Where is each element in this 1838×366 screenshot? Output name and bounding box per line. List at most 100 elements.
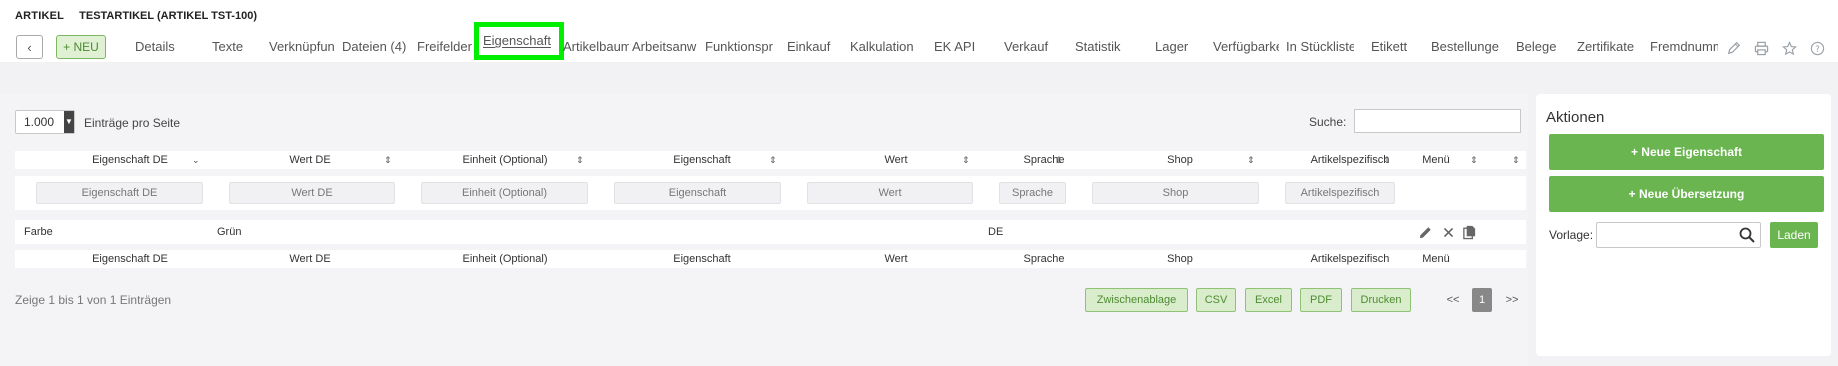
tab-bar: Details Texte Verknüpfun Dateien (4) Fre… [0,22,1838,60]
tab-verknuepfungen[interactable]: Verknüpfun [269,34,337,60]
sort-icon[interactable]: ⇕ [1470,151,1478,169]
star-icon[interactable] [1781,40,1797,56]
column-footer-eigenschaft-de: Eigenschaft DE [92,253,168,265]
help-icon[interactable]: ? [1809,40,1825,56]
tab-zertifikate[interactable]: Zertifikate [1577,34,1641,60]
tab-texte[interactable]: Texte [212,34,250,60]
header: ARTIKEL TESTARTIKEL (ARTIKEL TST-100) ‹ … [0,0,1838,62]
column-header-sprache[interactable]: Sprache [999,151,1089,169]
column-footer-artikelspezifisch: Artikelspezifisch [1310,253,1390,265]
table-footer: Eigenschaft DE Wert DE Einheit (Optional… [15,250,1526,268]
tab-arbeitsanweisung[interactable]: Arbeitsanw [632,34,700,60]
column-footer-shop: Shop [1167,253,1193,265]
column-footer-einheit: Einheit (Optional) [462,253,548,265]
entries-info: Zeige 1 bis 1 von 1 Einträgen [15,293,172,307]
breadcrumb-section[interactable]: ARTIKEL [15,10,64,22]
property-list-panel: 1.000 ▼ Einträge pro Seite Suche: Eigens… [0,94,1528,366]
caret-down-icon: ▼ [64,111,74,133]
delete-icon[interactable] [1440,224,1456,240]
tab-in-stuecklisten[interactable]: In Stückliste [1286,34,1354,60]
actions-title: Aktionen [1546,109,1605,126]
export-pdf-button[interactable]: PDF [1300,288,1342,312]
template-label: Vorlage: [1549,228,1594,242]
filter-einheit[interactable]: Einheit (Optional) [421,182,588,204]
page-size-select[interactable]: 1.000 ▼ [15,110,75,134]
tab-bestellungen[interactable]: Bestellunge [1431,34,1501,60]
tab-details[interactable]: Details [135,34,191,60]
column-header-eigenschaft[interactable]: Eigenschaft [627,151,777,169]
column-footer-wert-de: Wert DE [289,253,331,265]
sort-desc-icon[interactable]: ⌄ [192,151,200,169]
filter-row: Eigenschaft DE Wert DE Einheit (Optional… [15,176,1526,210]
svg-text:?: ? [1815,43,1819,53]
print-icon[interactable] [1753,40,1769,56]
filter-sprache[interactable]: Sprache [999,182,1066,204]
column-header-artikelspezifisch[interactable]: Artikelspezifisch [1275,151,1425,169]
load-button[interactable]: Laden [1770,222,1818,248]
tab-ek-api[interactable]: EK API [934,34,980,60]
new-property-button[interactable]: + Neue Eigenschaft [1549,134,1824,170]
tab-dateien[interactable]: Dateien (4) [342,34,412,60]
copy-icon[interactable] [1461,224,1477,240]
print-button[interactable]: Drucken [1351,288,1411,312]
column-header-eigenschaft-de[interactable]: Eigenschaft DE [55,151,205,169]
tab-eigenschaft[interactable]: Eigenschaft [474,22,564,60]
sort-icon[interactable]: ⇕ [962,151,970,169]
filter-eigenschaft-de[interactable]: Eigenschaft DE [36,182,203,204]
filter-wert-de[interactable]: Wert DE [229,182,395,204]
tab-einkauf[interactable]: Einkauf [787,34,833,60]
page-size-label: Einträge pro Seite [84,116,181,130]
sort-icon[interactable]: ⇕ [1383,151,1391,169]
cell-wert-de: Grün [217,226,242,238]
column-footer-eigenschaft: Eigenschaft [673,253,731,265]
sort-icon[interactable]: ⇕ [384,151,392,169]
filter-artikelspezifisch[interactable]: Artikelspezifisch [1285,182,1395,204]
tab-etikett[interactable]: Etikett [1371,34,1413,60]
pencil-icon[interactable] [1726,40,1742,56]
sort-icon[interactable]: ⇕ [576,151,584,169]
breadcrumb: ARTIKEL TESTARTIKEL (ARTIKEL TST-100) [15,10,257,22]
column-header-einheit[interactable]: Einheit (Optional) [430,151,580,169]
pager-next[interactable]: >> [1502,288,1522,312]
column-header-wert[interactable]: Wert [821,151,971,169]
tab-belege[interactable]: Belege [1516,34,1560,60]
tab-statistik[interactable]: Statistik [1075,34,1127,60]
export-excel-button[interactable]: Excel [1245,288,1292,312]
tab-kalkulation[interactable]: Kalkulation [850,34,920,60]
new-translation-button[interactable]: + Neue Übersetzung [1549,176,1824,212]
pager-current[interactable]: 1 [1472,288,1492,312]
table-row[interactable]: Farbe Grün DE [15,220,1526,244]
filter-wert[interactable]: Wert [807,182,973,204]
sort-icon[interactable]: ⇕ [1055,151,1063,169]
column-footer-menu: Menü [1422,253,1450,265]
cell-eigenschaft-de: Farbe [24,226,53,238]
template-input[interactable] [1596,222,1761,248]
sort-icon[interactable]: ⇕ [1512,151,1520,169]
search-input[interactable] [1354,109,1521,133]
breadcrumb-item: TESTARTIKEL (ARTIKEL TST-100) [79,10,257,22]
cell-sprache: DE [988,226,1004,238]
tab-verfuegbarkeit[interactable]: Verfügbarke [1213,34,1279,60]
edit-icon[interactable] [1417,224,1433,240]
column-header-shop[interactable]: Shop [1105,151,1255,169]
table-header: Eigenschaft DE ⌄ Wert DE ⇕ Einheit (Opti… [15,151,1526,169]
tab-verkauf[interactable]: Verkauf [1004,34,1054,60]
sort-icon[interactable]: ⇕ [1247,151,1255,169]
tab-fremdnummern[interactable]: Fremdnumm [1650,34,1718,60]
sort-icon[interactable]: ⇕ [769,151,777,169]
pager-prev[interactable]: << [1443,288,1463,312]
column-header-wert-de[interactable]: Wert DE [235,151,385,169]
search-label: Suche: [1309,115,1347,129]
search-icon[interactable] [1738,226,1756,244]
export-csv-button[interactable]: CSV [1196,288,1236,312]
tab-freifelder[interactable]: Freifelder [417,34,475,60]
tab-funktionspruefung[interactable]: Funktionspr [705,34,773,60]
column-header-menu: Menü [1422,154,1450,166]
export-clipboard-button[interactable]: Zwischenablage [1085,288,1188,312]
tab-artikelbaum[interactable]: Artikelbaum [563,34,629,60]
tab-lager[interactable]: Lager [1155,34,1195,60]
filter-eigenschaft[interactable]: Eigenschaft [614,182,781,204]
page-size-value: 1.000 [24,115,55,129]
actions-panel: Aktionen + Neue Eigenschaft + Neue Übers… [1536,94,1831,356]
filter-shop[interactable]: Shop [1092,182,1259,204]
